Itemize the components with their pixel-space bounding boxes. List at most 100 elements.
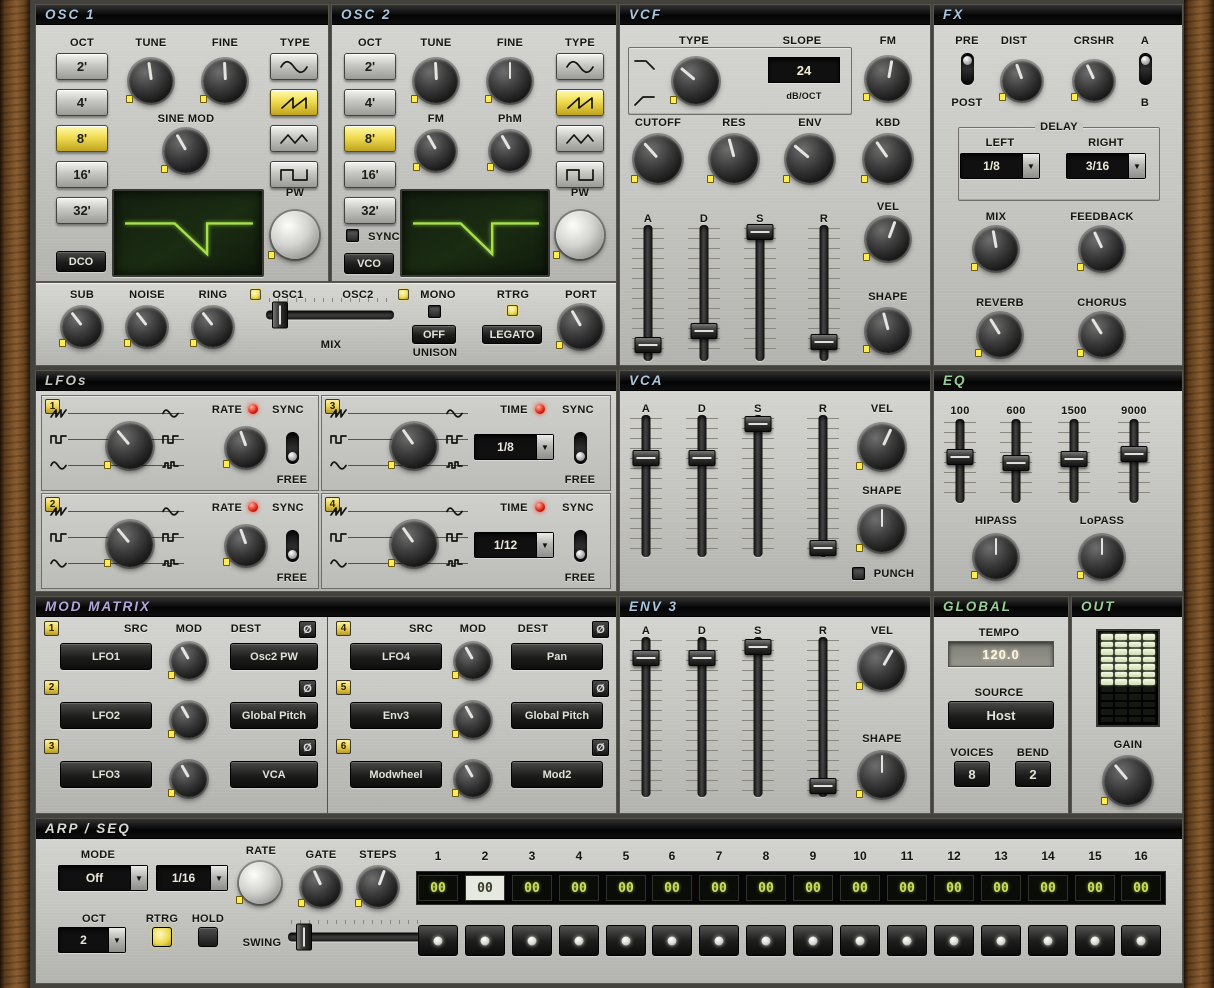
vcf-env-amount-knob[interactable] <box>786 135 834 183</box>
slider-handle[interactable] <box>747 224 774 240</box>
step-button-13[interactable] <box>981 925 1021 956</box>
osc1-wave-saw-button[interactable] <box>270 89 318 116</box>
osc1-octave-4ft-button[interactable]: 4' <box>56 89 108 116</box>
eq-band-9000-slider[interactable] <box>1120 419 1148 503</box>
step-button-16[interactable] <box>1121 925 1161 956</box>
lfo2-free-toggle[interactable] <box>286 530 299 562</box>
a-b-toggle[interactable] <box>1139 53 1152 85</box>
step-display-14[interactable]: 00 <box>1028 875 1068 901</box>
env3-shape-knob[interactable] <box>859 752 905 798</box>
osc2-octave-16ft-button[interactable]: 16' <box>344 161 396 188</box>
step-button-14[interactable] <box>1028 925 1068 956</box>
hipass-knob[interactable] <box>974 535 1018 579</box>
arp-steps-knob[interactable] <box>358 867 398 907</box>
step-display-15[interactable]: 00 <box>1075 875 1115 901</box>
step-display-12[interactable]: 00 <box>934 875 974 901</box>
eq-band-1500-slider[interactable] <box>1060 419 1088 503</box>
slot3-dest-button[interactable]: VCA <box>230 761 318 788</box>
step-display-13[interactable]: 00 <box>981 875 1021 901</box>
osc2-fm-knob[interactable] <box>416 131 456 171</box>
arp-rate-knob[interactable] <box>239 862 281 904</box>
slot4-dest-button[interactable]: Pan <box>511 643 603 670</box>
chevron-down-icon[interactable]: ▼ <box>1128 154 1145 178</box>
arp-rtrg-button[interactable] <box>152 927 172 947</box>
vcf-release-slider[interactable] <box>810 225 838 361</box>
slot6-amount-knob[interactable] <box>455 761 491 797</box>
slot4-source-button[interactable]: LFO4 <box>350 643 442 670</box>
lowpass-filter-icon[interactable] <box>634 57 656 71</box>
random-wave-icon[interactable] <box>446 460 464 471</box>
sine-wave-icon[interactable] <box>162 408 180 419</box>
lfo1-wave-select-knob[interactable] <box>107 423 153 469</box>
step-display-9[interactable]: 00 <box>793 875 833 901</box>
slider-handle[interactable] <box>633 450 660 466</box>
vcf-shape-knob[interactable] <box>866 309 910 353</box>
highpass-filter-icon[interactable] <box>634 93 656 107</box>
osc1-wave-pulse-button[interactable] <box>270 161 318 188</box>
chevron-down-icon[interactable]: ▼ <box>1022 154 1039 178</box>
slider-handle[interactable] <box>272 301 288 328</box>
lfo4-wave-select-knob[interactable] <box>391 521 437 567</box>
step-display-16[interactable]: 00 <box>1121 875 1161 901</box>
slider-handle[interactable] <box>810 778 837 794</box>
osc1-pw-knob[interactable] <box>271 211 319 259</box>
osc2-fine-knob[interactable] <box>488 59 532 103</box>
slider-handle[interactable] <box>745 416 772 432</box>
chevron-down-icon[interactable]: ▼ <box>536 533 553 557</box>
osc2-phm-knob[interactable] <box>490 131 530 171</box>
slider-handle[interactable] <box>745 639 772 655</box>
env3-decay-slider[interactable] <box>688 637 716 797</box>
delay-left-select[interactable]: 1/8▼ <box>960 153 1040 179</box>
tempo-display[interactable]: 120.0 <box>948 641 1054 667</box>
osc2-wave-saw-button[interactable] <box>556 89 604 116</box>
osc2-pw-knob[interactable] <box>556 211 604 259</box>
osc2-tune-knob[interactable] <box>414 59 458 103</box>
vcf-vel-knob[interactable] <box>866 217 910 261</box>
sine-wave-icon[interactable] <box>446 408 464 419</box>
eq-band-600-slider[interactable] <box>1002 419 1030 503</box>
slot1-source-button[interactable]: LFO1 <box>60 643 152 670</box>
osc1-sine-mod-knob[interactable] <box>164 129 208 173</box>
lfo2-rate-knob[interactable] <box>226 526 266 566</box>
osc1-wave-sine-button[interactable] <box>270 53 318 80</box>
lfo1-free-toggle[interactable] <box>286 432 299 464</box>
saw-wave-icon[interactable] <box>50 408 68 419</box>
mono-checkbox[interactable] <box>428 305 441 318</box>
delay-right-select[interactable]: 3/16▼ <box>1066 153 1146 179</box>
crusher-knob[interactable] <box>1074 61 1114 101</box>
slot5-amount-knob[interactable] <box>455 702 491 738</box>
slot5-source-button[interactable]: Env3 <box>350 702 442 729</box>
vcf-fm-knob[interactable] <box>866 57 910 101</box>
reverb-knob[interactable] <box>978 313 1022 357</box>
slot5-phase-button[interactable]: Ø <box>592 680 609 697</box>
gain-knob[interactable] <box>1104 757 1152 805</box>
osc2-octave-8ft-button[interactable]: 8' <box>344 125 396 152</box>
step-display-3[interactable]: 00 <box>512 875 552 901</box>
random-wave-icon[interactable] <box>162 558 180 569</box>
slot3-source-button[interactable]: LFO3 <box>60 761 152 788</box>
vca-release-slider[interactable] <box>809 415 837 557</box>
square-wave-icon[interactable] <box>162 434 180 445</box>
sine-wave-icon[interactable] <box>50 460 68 471</box>
resonance-knob[interactable] <box>710 135 758 183</box>
sine-wave-icon[interactable] <box>330 558 348 569</box>
step-display-8[interactable]: 00 <box>746 875 786 901</box>
lfo2-wave-select-knob[interactable] <box>107 521 153 567</box>
random-wave-icon[interactable] <box>162 460 180 471</box>
vca-vel-knob[interactable] <box>859 424 905 470</box>
lfo3-time-select[interactable]: 1/8▼ <box>474 434 554 460</box>
step-display-2[interactable]: 00 <box>465 875 505 901</box>
step-display-4[interactable]: 00 <box>559 875 599 901</box>
vcf-attack-slider[interactable] <box>634 225 662 361</box>
osc1-fine-knob[interactable] <box>203 59 247 103</box>
saw-wave-icon[interactable] <box>50 506 68 517</box>
osc2-wave-sine-button[interactable] <box>556 53 604 80</box>
slider-handle[interactable] <box>296 923 312 950</box>
chevron-down-icon[interactable]: ▼ <box>536 435 553 459</box>
step-button-1[interactable] <box>418 925 458 956</box>
step-button-2[interactable] <box>465 925 505 956</box>
lopass-knob[interactable] <box>1080 535 1124 579</box>
lfo3-free-toggle[interactable] <box>574 432 587 464</box>
vca-attack-slider[interactable] <box>632 415 660 557</box>
slot1-amount-knob[interactable] <box>171 643 207 679</box>
